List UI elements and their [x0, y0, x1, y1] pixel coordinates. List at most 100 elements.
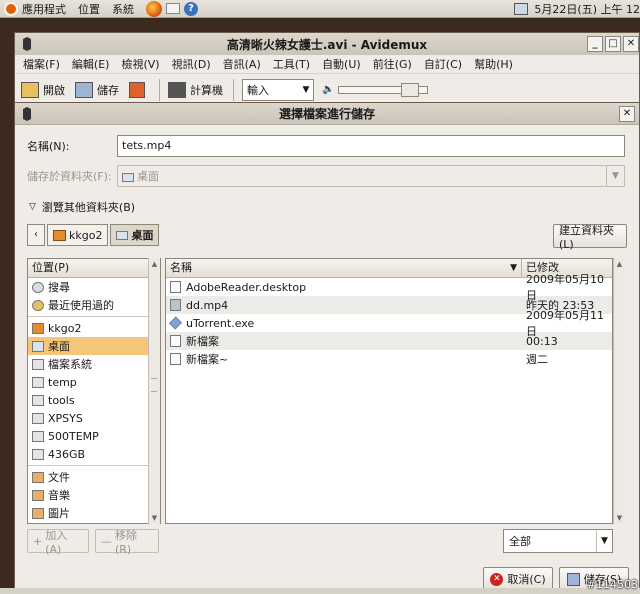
scroll-up-icon[interactable]: ▲ — [614, 258, 625, 270]
chevron-down-icon: ▼ — [596, 530, 612, 552]
firefox-icon[interactable] — [146, 0, 162, 17]
maximize-icon[interactable]: □ — [605, 36, 621, 52]
places-sidebar: 位置(P) 搜尋 最近使用過的 kkgo2 桌面 檔案系統 temp tools… — [27, 258, 161, 524]
file-list: 名稱 ▼ 已修改 AdobeReader.desktop 2009年05月10日… — [165, 258, 613, 524]
recent-icon — [32, 299, 44, 311]
places-separator — [28, 465, 160, 466]
minimize-icon[interactable]: _ — [587, 36, 603, 52]
places-separator — [28, 316, 160, 317]
volume-icon: 🔈 — [322, 84, 335, 95]
column-name-header[interactable]: 名稱 ▼ — [166, 259, 522, 277]
path-button-home[interactable]: kkgo2 — [47, 224, 109, 246]
close-icon[interactable]: ✕ — [623, 36, 639, 52]
input-combo[interactable]: 輸入 ▼ — [242, 78, 314, 101]
minus-icon: — — [101, 534, 112, 548]
document-icon — [170, 281, 181, 293]
toolbar-separator — [233, 78, 234, 101]
file-filter-combo[interactable]: 全部 ▼ — [503, 529, 613, 553]
avidemux-toolbar: 開啟 儲存 計算機 輸入 ▼ 🔈 — [15, 73, 639, 105]
place-music[interactable]: 音樂 — [28, 486, 160, 504]
volume-slider-thumb[interactable] — [401, 82, 420, 97]
remove-bookmark-button[interactable]: — 移除(R) — [95, 529, 159, 556]
place-search[interactable]: 搜尋 — [28, 278, 160, 296]
places-menu[interactable]: 位置 — [78, 1, 100, 17]
folder-icon — [32, 489, 44, 501]
volume-slider[interactable] — [338, 82, 429, 97]
watermark: #114503 — [586, 578, 638, 591]
save-in-folder-combo[interactable]: 桌面 ▼ — [117, 165, 625, 187]
cancel-icon: ✕ — [490, 572, 504, 586]
browse-folders-expander[interactable]: ▽ 瀏覽其他資料夾(B) — [29, 199, 135, 215]
path-back-arrow-icon[interactable]: ‹ — [27, 224, 45, 246]
menu-custom[interactable]: 自訂(C) — [424, 56, 462, 72]
save-toolbar-button[interactable]: 儲存 — [75, 81, 119, 98]
place-temp[interactable]: temp — [28, 373, 160, 391]
scroll-up-icon[interactable]: ▲ — [149, 258, 160, 270]
menu-edit[interactable]: 編輯(E) — [72, 56, 110, 72]
desktop-icon — [122, 172, 134, 182]
place-home[interactable]: kkgo2 — [28, 319, 160, 337]
create-folder-button[interactable]: 建立資料夾(L) — [553, 224, 627, 251]
place-436gb[interactable]: 436GB — [28, 445, 160, 463]
calculator-button[interactable]: 計算機 — [168, 81, 223, 98]
place-tools[interactable]: tools — [28, 391, 160, 409]
place-recent[interactable]: 最近使用過的 — [28, 296, 160, 314]
menu-auto[interactable]: 自動(U) — [322, 56, 361, 72]
scroll-down-icon[interactable]: ▼ — [149, 512, 160, 524]
avidemux-title: 高清晰火辣女護士.avi - Avidemux — [226, 37, 428, 52]
help-icon[interactable]: ? — [184, 1, 198, 16]
file-list-scrollbar[interactable]: ▲ ▼ — [613, 258, 625, 524]
filename-input[interactable]: tets.mp4 — [117, 135, 625, 157]
expander-triangle-icon: ▽ — [29, 202, 36, 212]
mail-icon[interactable] — [166, 3, 180, 14]
close-icon[interactable]: ✕ — [619, 106, 635, 122]
drive-icon — [32, 412, 44, 424]
file-row[interactable]: uTorrent.exe 2009年05月11日 — [166, 309, 612, 338]
avidemux-titlebar[interactable]: 高清晰火辣女護士.avi - Avidemux _ □ ✕ — [15, 33, 639, 55]
drive-icon — [32, 448, 44, 460]
ubuntu-logo-icon[interactable] — [4, 1, 18, 16]
menu-view[interactable]: 檢視(V) — [121, 56, 159, 72]
save-file-dialog: 選擇檔案進行儲存 ✕ 名稱(N): tets.mp4 儲存於資料夾(F): 桌面… — [14, 102, 640, 594]
place-desktop[interactable]: 桌面 — [28, 337, 160, 355]
place-filesystem[interactable]: 檔案系統 — [28, 355, 160, 373]
avidemux-menubar: 檔案(F) 編輯(E) 檢視(V) 視訊(D) 音訊(A) 工具(T) 自動(U… — [15, 55, 639, 73]
add-bookmark-button[interactable]: + 加入(A) — [27, 529, 89, 556]
file-row[interactable]: 新檔案 00:13 — [166, 332, 612, 350]
sort-chevron-icon: ▼ — [510, 263, 517, 273]
properties-button[interactable] — [129, 81, 149, 98]
place-documents[interactable]: 文件 — [28, 468, 160, 486]
open-button[interactable]: 開啟 — [21, 81, 65, 98]
chevron-down-icon: ▼ — [606, 166, 624, 186]
menu-go[interactable]: 前往(G) — [373, 56, 412, 72]
dialog-titlebar[interactable]: 選擇檔案進行儲存 ✕ — [15, 103, 639, 125]
place-500temp[interactable]: 500TEMP — [28, 427, 160, 445]
folder-icon — [32, 507, 44, 519]
places-scrollbar[interactable]: ▲ ▼ — [148, 258, 160, 524]
calculator-icon — [168, 81, 186, 98]
path-button-desktop[interactable]: 桌面 — [110, 224, 160, 246]
file-row[interactable]: 新檔案~ 週二 — [166, 350, 612, 368]
clock[interactable]: 5月22日(五) 上午 12 — [534, 1, 640, 17]
place-pictures[interactable]: 圖片 — [28, 504, 160, 522]
system-menu[interactable]: 系統 — [112, 1, 134, 17]
video-icon — [170, 299, 181, 311]
document-icon — [170, 335, 181, 347]
menu-tools[interactable]: 工具(T) — [273, 56, 310, 72]
menu-video[interactable]: 視訊(D) — [172, 56, 211, 72]
places-header[interactable]: 位置(P) — [28, 259, 160, 278]
name-label: 名稱(N): — [27, 140, 70, 153]
menu-help[interactable]: 幫助(H) — [474, 56, 513, 72]
desktop-icon — [116, 230, 129, 240]
applications-menu[interactable]: 應用程式 — [22, 1, 66, 17]
network-icon[interactable] — [514, 3, 529, 15]
file-row[interactable]: AdobeReader.desktop 2009年05月10日 — [166, 273, 612, 302]
place-xpsys[interactable]: XPSYS — [28, 409, 160, 427]
scrollbar-grip[interactable] — [151, 378, 157, 392]
home-folder-icon — [32, 322, 44, 334]
top-panel: 應用程式 位置 系統 ? 5月22日(五) 上午 12 — [0, 0, 640, 18]
scroll-down-icon[interactable]: ▼ — [614, 512, 625, 524]
menu-file[interactable]: 檔案(F) — [23, 56, 60, 72]
menu-audio[interactable]: 音訊(A) — [223, 56, 261, 72]
toolbar-separator — [159, 78, 160, 101]
